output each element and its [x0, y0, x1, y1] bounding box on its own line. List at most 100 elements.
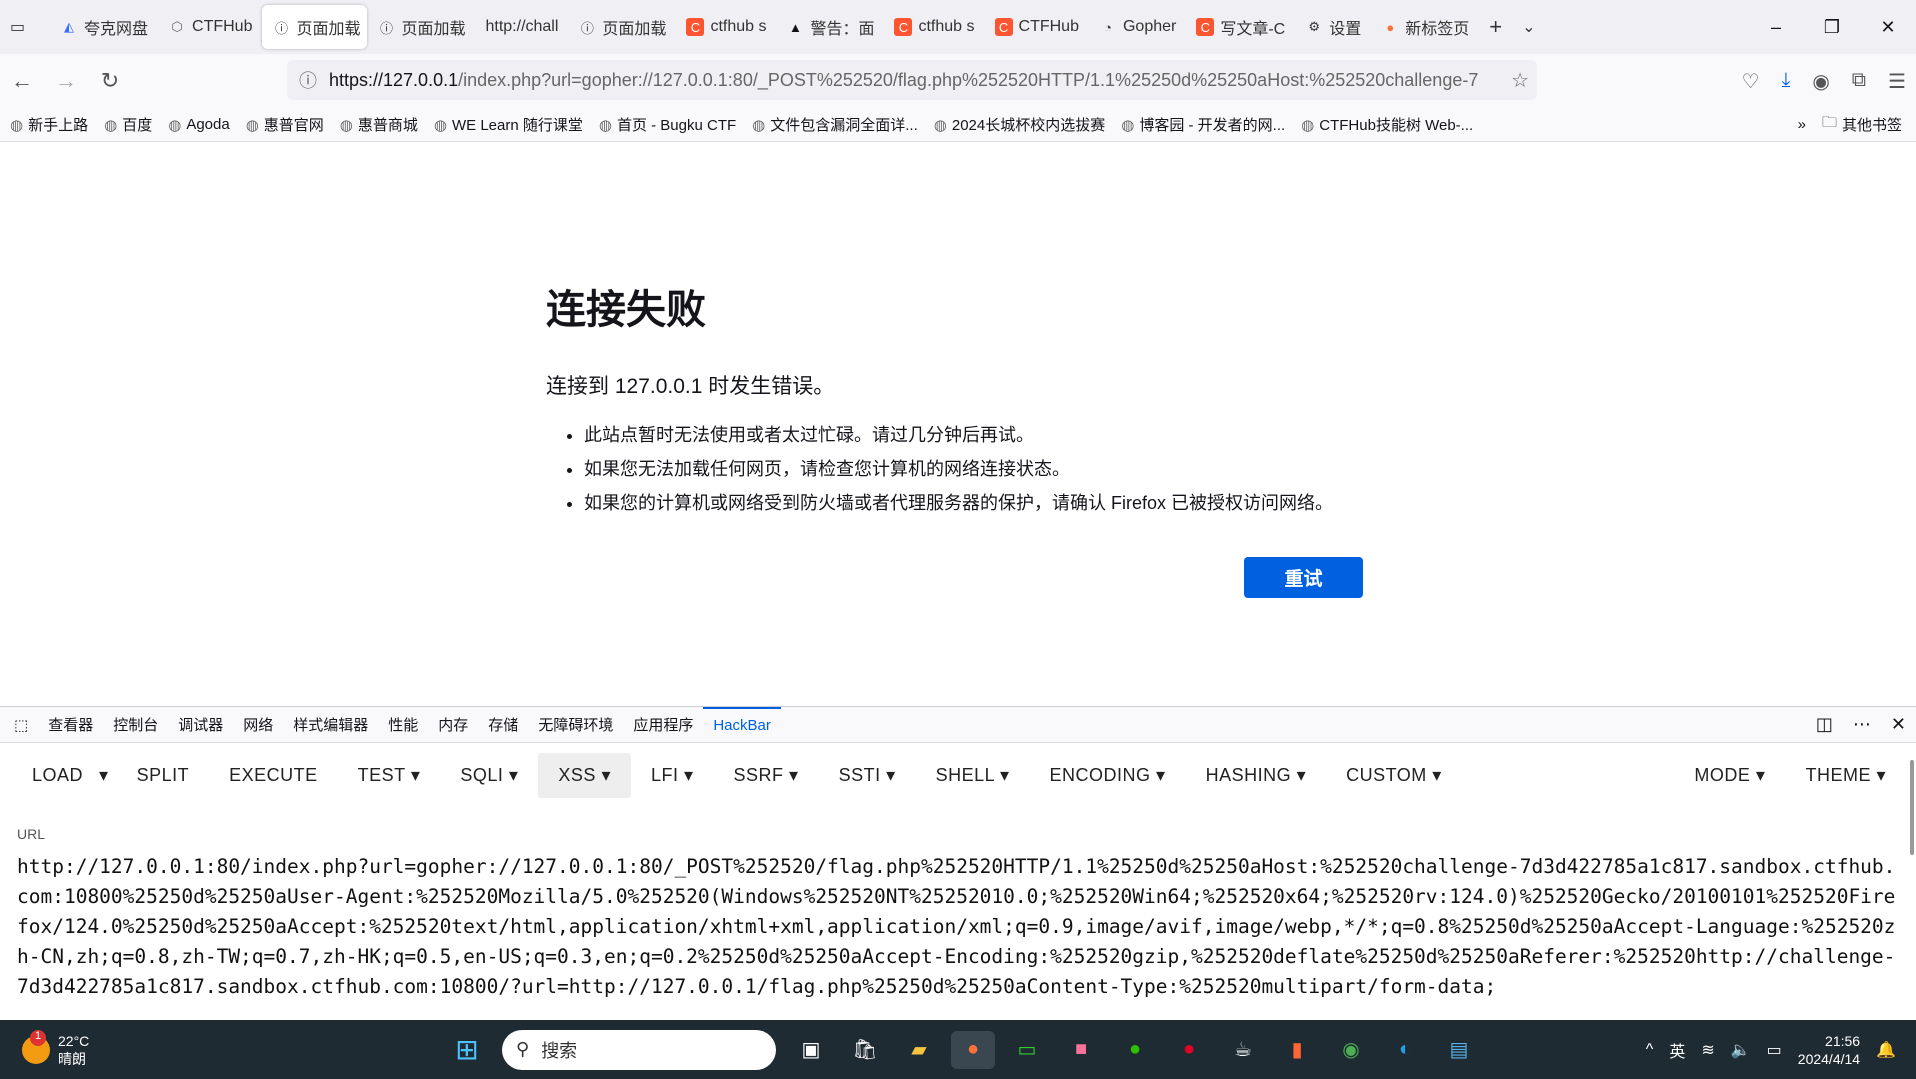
task-view-icon[interactable]: ▣: [789, 1031, 833, 1069]
search-box[interactable]: ⚲ 搜索: [502, 1029, 776, 1070]
firefox-icon[interactable]: ●: [951, 1030, 995, 1069]
pocket-icon[interactable]: ♡: [1742, 69, 1760, 94]
load-dropdown-icon[interactable]: ▾: [91, 753, 117, 798]
download-icon[interactable]: ⤓: [1781, 69, 1790, 94]
bilibili-icon[interactable]: ■: [1059, 1031, 1103, 1069]
bookmark-item[interactable]: ◍ CTFHub技能树 Web-...: [1301, 114, 1473, 135]
close-devtools-icon[interactable]: ✕: [1891, 714, 1906, 735]
wechat-icon[interactable]: ●: [1113, 1031, 1157, 1069]
hackbar-menu-item[interactable]: TEST ▾: [338, 753, 441, 798]
restore-button[interactable]: ❐: [1804, 17, 1860, 38]
tab[interactable]: Cctfhub s: [884, 5, 984, 49]
bookmark-item[interactable]: ◍ 2024长城杯校内选拔赛: [934, 114, 1105, 135]
bookmark-item[interactable]: ◍ 惠普商城: [340, 114, 418, 135]
hackbar-menu-item[interactable]: EXECUTE: [209, 753, 338, 798]
tab[interactable]: ⓘ 页面加载: [568, 5, 676, 49]
store-icon[interactable]: 🛍: [843, 1031, 887, 1069]
tab[interactable]: ◭ 夸克网盘: [50, 5, 158, 49]
hackbar-url-input[interactable]: http://127.0.0.1:80/index.php?url=gopher…: [17, 852, 1897, 1020]
bookmark-item[interactable]: ◍ 百度: [104, 114, 152, 135]
tab[interactable]: ⬡ CTFHub: [158, 5, 262, 49]
devtools-tab[interactable]: 内存: [428, 707, 478, 743]
bookmark-item[interactable]: ◍ 首页 - Bugku CTF: [599, 114, 736, 135]
hackbar-menu-item[interactable]: SQLI ▾: [440, 753, 538, 798]
hackbar-menu-item[interactable]: HASHING ▾: [1186, 753, 1327, 798]
hackbar-menu-item[interactable]: LOAD: [12, 753, 91, 798]
burp-icon[interactable]: ▮: [1275, 1031, 1319, 1069]
bookmark-item[interactable]: ◍ 新手上路: [10, 114, 88, 135]
devtools-tab[interactable]: 查看器: [38, 707, 103, 743]
bookmarks-overflow-icon[interactable]: »: [1798, 116, 1806, 133]
volume-icon[interactable]: 🔈: [1731, 1040, 1751, 1060]
tab-overflow-icon[interactable]: ⌄: [1512, 5, 1545, 49]
start-icon[interactable]: ⊞: [445, 1031, 489, 1069]
tab[interactable]: ⓘ页面加载✕: [262, 5, 368, 49]
devtools-tab[interactable]: 无障碍环境: [528, 707, 623, 743]
devtools-tab[interactable]: 调试器: [168, 707, 233, 743]
clock[interactable]: 21:56 2024/4/14: [1798, 1032, 1860, 1068]
minimize-button[interactable]: –: [1748, 17, 1804, 38]
bookmark-star-icon[interactable]: ☆: [1511, 67, 1529, 93]
back-button[interactable]: ←: [0, 68, 44, 94]
tab[interactable]: ▲ 警告：面: [776, 5, 884, 49]
hackbar-menu-item[interactable]: CUSTOM ▾: [1326, 753, 1462, 798]
weather-widget[interactable]: 1 22°C 晴朗: [22, 1029, 89, 1068]
hackbar-menu-item[interactable]: SHELL ▾: [916, 753, 1030, 798]
hackbar-menu-item[interactable]: XSS ▾: [538, 752, 631, 798]
scrollbar[interactable]: [1910, 760, 1914, 855]
hackbar-menu-item[interactable]: THEME ▾: [1785, 753, 1906, 798]
retry-button[interactable]: 重试: [1244, 557, 1363, 598]
bookmark-item[interactable]: ◍ 文件包含漏洞全面详...: [752, 114, 918, 135]
more-options-icon[interactable]: ⋯: [1853, 714, 1871, 735]
edge-icon[interactable]: ◐: [1383, 1031, 1427, 1069]
tab[interactable]: ● 新标签页: [1371, 5, 1479, 49]
chrome-icon[interactable]: ◉: [1329, 1031, 1373, 1069]
dock-icon[interactable]: ◫: [1816, 714, 1833, 735]
hackbar-menu-item[interactable]: SSRF ▾: [714, 753, 819, 798]
bookmark-item[interactable]: ◍ WE Learn 随行课堂: [434, 114, 583, 135]
bookmark-item[interactable]: ◍ 博客园 - 开发者的网...: [1121, 114, 1285, 135]
tray-expand-icon[interactable]: ^: [1646, 1041, 1654, 1059]
tab[interactable]: ⓘ 页面加载: [367, 5, 475, 49]
file-explorer-icon[interactable]: ▰: [897, 1031, 941, 1069]
devtools-tab[interactable]: 应用程序: [623, 707, 703, 743]
address-bar[interactable]: ⓘ https://127.0.0.1/index.php?url=gopher…: [287, 60, 1537, 100]
devtools-tab[interactable]: 存储: [478, 707, 528, 743]
notepad-icon[interactable]: ▤: [1437, 1031, 1481, 1069]
close-window-button[interactable]: ✕: [1860, 17, 1916, 38]
terminal-icon[interactable]: ▭: [1005, 1031, 1049, 1069]
devtools-tab[interactable]: 性能: [378, 707, 428, 743]
tab[interactable]: ⚙ 设置: [1295, 5, 1371, 49]
extensions-icon[interactable]: ⧉: [1852, 69, 1866, 94]
notification-icon[interactable]: 🔔: [1876, 1040, 1896, 1060]
menu-icon[interactable]: ☰: [1888, 69, 1906, 94]
new-tab-button[interactable]: +: [1479, 5, 1512, 49]
bookmark-item[interactable]: ◍ 惠普官网: [246, 114, 324, 135]
devtools-tab[interactable]: HackBar: [703, 706, 781, 743]
devtools-tab[interactable]: 网络: [233, 707, 283, 743]
devtools-tab[interactable]: 样式编辑器: [283, 707, 378, 743]
hackbar-menu-item[interactable]: ENCODING ▾: [1030, 753, 1186, 798]
tab-list-button[interactable]: ▭: [0, 5, 50, 49]
hackbar-menu-item[interactable]: LFI ▾: [631, 753, 714, 798]
netease-music-icon[interactable]: ●: [1167, 1031, 1211, 1069]
hackbar-menu-item[interactable]: SSTI ▾: [819, 753, 916, 798]
tab[interactable]: C 写文章-C: [1186, 5, 1295, 49]
element-picker-icon[interactable]: ⬚: [4, 707, 38, 743]
ime-indicator[interactable]: 英: [1669, 1038, 1685, 1062]
reload-button[interactable]: ↻: [88, 68, 132, 94]
hackbar-menu-item[interactable]: MODE ▾: [1674, 753, 1785, 798]
wifi-icon[interactable]: ≋: [1701, 1040, 1714, 1060]
site-info-icon[interactable]: ⓘ: [299, 67, 317, 93]
other-bookmarks[interactable]: 🗀 其他书签: [1822, 112, 1902, 137]
bookmark-item[interactable]: ◍ Agoda: [168, 114, 229, 135]
java-icon[interactable]: ☕: [1221, 1031, 1265, 1069]
tab[interactable]: C CTFHub: [985, 5, 1089, 49]
hackbar-menu-item[interactable]: SPLIT: [117, 753, 210, 798]
tab[interactable]: Cctfhub s: [676, 5, 776, 49]
forward-button[interactable]: →: [44, 68, 88, 94]
account-icon[interactable]: ◉: [1812, 69, 1829, 94]
devtools-tab[interactable]: 控制台: [103, 707, 168, 743]
battery-icon[interactable]: ▭: [1767, 1040, 1782, 1060]
tab[interactable]: http://chall: [475, 5, 568, 49]
